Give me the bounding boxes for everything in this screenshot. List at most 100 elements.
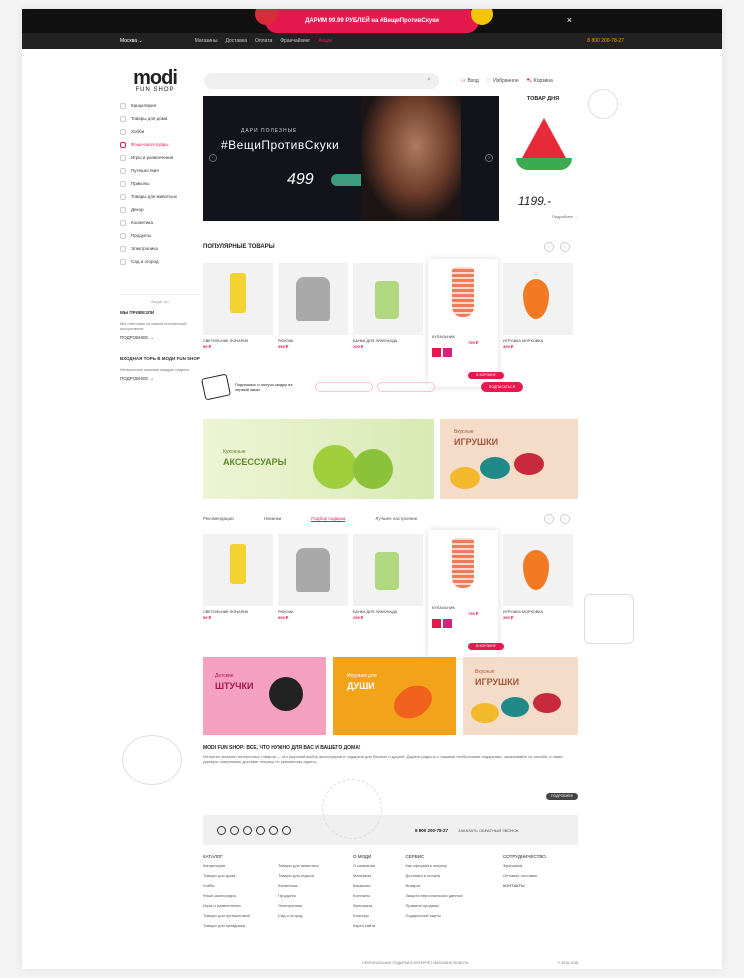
nav-payment[interactable]: Оплата [255, 38, 272, 44]
footer-link[interactable]: Вакансии [353, 883, 406, 888]
footer-link[interactable]: Товары для дома [203, 873, 278, 878]
cart-link[interactable]: ⛍ Корзина [527, 78, 553, 85]
footer-link[interactable]: Товары для праздника [203, 923, 278, 928]
sidebar-item-hobby[interactable]: Хобби [120, 125, 200, 138]
footer-link[interactable]: Товары для отдыха [278, 873, 353, 878]
footer-link[interactable]: Доставка и оплата [406, 873, 504, 878]
nav-franchise[interactable]: Франчайзинг [280, 38, 310, 44]
banner-soul[interactable]: Игрушки для ДУШИ [333, 657, 456, 735]
footer-link[interactable]: Электроника [278, 903, 353, 908]
footer-link[interactable]: Франшиза [353, 903, 406, 908]
top-phone[interactable]: 8 800 200-78-27 [587, 38, 624, 44]
instagram-icon[interactable] [243, 825, 252, 835]
footer-link[interactable]: Карта сайта [353, 923, 406, 928]
footer-link[interactable]: Защита персональных данных [406, 893, 504, 898]
chevron-left-icon[interactable]: ‹ [544, 514, 554, 524]
chevron-right-icon[interactable]: › [560, 514, 570, 524]
footer-link[interactable]: Как оформить покупку [406, 863, 504, 868]
sidebar-item-stationery[interactable]: Канцелярия [120, 99, 200, 112]
subscribe-button[interactable]: ПОДПИСАТЬСЯ [481, 382, 523, 392]
footer-link[interactable]: Контакты [353, 893, 406, 898]
footer-link[interactable]: Подарочные карты [406, 913, 504, 918]
sidebar-more-link[interactable]: ПОДРОБНЕЕ → [120, 335, 200, 340]
swatch-pink[interactable] [443, 348, 452, 357]
banner-kids[interactable]: Детские ШТУЧКИ [203, 657, 326, 735]
product-card[interactable]: СВЕТИЛЬНИК ФОНАРИК 99 ₽ [203, 263, 273, 371]
chevron-left-icon[interactable]: ‹ [544, 242, 554, 252]
search-icon[interactable]: ⌕ [427, 76, 431, 84]
seo-more-button[interactable]: ПОДРОБНЕЕ [546, 793, 578, 800]
nav-delivery[interactable]: Доставка [226, 38, 247, 44]
product-card[interactable]: РЮКЗАК 999 ₽ [278, 534, 348, 642]
hero-banner[interactable]: ДАРИ ПОЛЕЗНЫЕ #ВещиПротивСкуки 499 ‹ › [203, 96, 499, 221]
footer-link[interactable]: Франшиза [503, 863, 578, 868]
footer-link[interactable]: Блогеры [353, 913, 406, 918]
vk-icon[interactable] [217, 825, 226, 835]
contact-phone[interactable]: 8 800 200-78-27 [415, 828, 448, 833]
sidebar-item-games[interactable]: Игры и развлечения [120, 151, 200, 164]
product-card[interactable]: БАНКА ДЛЯ ЛИМОНАДА 299 ₽ [353, 263, 423, 371]
footer-link[interactable]: Фэшн-аксессуары [203, 893, 278, 898]
login-link[interactable]: ⚇ Вход [461, 78, 479, 85]
product-card[interactable]: СВЕТИЛЬНИК ФОНАРИК 99 ₽ [203, 534, 273, 642]
tab-recommendations[interactable]: Рекомендации [203, 516, 234, 522]
sidebar-item-electronics[interactable]: Электроника [120, 242, 200, 255]
promo-pill[interactable]: ДАРИМ 99.99 РУБЛЕЙ на #ВещиПротивСкуки [255, 9, 493, 33]
product-card[interactable]: БАНКА ДЛЯ ЛИМОНАДА 299 ₽ [353, 534, 423, 642]
footer-link[interactable]: Оптовые поставки [503, 873, 578, 878]
footer-link[interactable]: КОНТАКТЫ [503, 883, 578, 888]
footer-link[interactable]: Канцелярия [203, 863, 278, 868]
name-field[interactable] [315, 382, 373, 392]
footer-link[interactable]: Магазины [353, 873, 406, 878]
add-to-cart-button[interactable]: В КОРЗИНУ [468, 643, 504, 650]
swatch-red[interactable] [432, 348, 441, 357]
sidebar-item-home[interactable]: Товары для дома [120, 112, 200, 125]
product-card-featured[interactable]: КУПАЛЬНИК 799 ₽ В КОРЗИНУ [428, 530, 504, 658]
day-more-link[interactable]: Подробнее → [552, 214, 578, 219]
city-selector[interactable]: Москва ⌄ [120, 38, 143, 44]
tab-new[interactable]: Новинки [264, 516, 282, 522]
footer-link[interactable]: Товары для животных [278, 863, 353, 868]
tab-mood[interactable]: Лучшее настроение [375, 516, 417, 522]
nav-stores[interactable]: Магазины [195, 38, 218, 44]
nav-sales[interactable]: Акции [318, 38, 332, 44]
sidebar-more-link[interactable]: ПОДРОБНЕЕ → [120, 376, 200, 381]
chevron-right-icon[interactable]: › [560, 242, 570, 252]
close-icon[interactable]: × [567, 15, 572, 25]
footer-link[interactable]: Сад и огород [278, 913, 353, 918]
footer-link[interactable]: Косметика [278, 883, 353, 888]
sidebar-item-pranks[interactable]: Приколы [120, 177, 200, 190]
product-card[interactable]: ИГРУШКА МОРКОВКА 399 ₽ [503, 534, 573, 642]
odnoklassniki-icon[interactable] [269, 825, 278, 835]
swatch-red[interactable] [432, 619, 441, 628]
banner-kitchen[interactable]: Кухонные АКСЕССУАРЫ [203, 419, 434, 499]
callback-link[interactable]: ЗАКАЗАТЬ ОБРАТНЫЙ ЗВОНОК [458, 828, 519, 833]
product-card[interactable]: ИГРУШКА МОРКОВКА 399 ₽ [503, 263, 573, 371]
banner-macarons[interactable]: Вкусные ИГРУШКИ [440, 419, 578, 499]
footer-link[interactable]: Возврат [406, 883, 504, 888]
footer-link[interactable]: Игры и развлечения [203, 903, 278, 908]
banner-toys[interactable]: Вкусные ИГРУШКИ [463, 657, 578, 735]
favorites-link[interactable]: ♡ Избранное [487, 78, 519, 85]
footer-link[interactable]: О компании [353, 863, 406, 868]
footer-link[interactable]: Хобби [203, 883, 278, 888]
product-card[interactable]: РЮКЗАК 999 ₽ [278, 263, 348, 371]
promo-bar[interactable]: ДАРИМ 99.99 РУБЛЕЙ на #ВещиПротивСкуки × [22, 9, 722, 33]
sidebar-item-garden[interactable]: Сад и огород [120, 255, 200, 268]
logo[interactable]: modi FUN SHOP [120, 68, 190, 93]
sidebar-item-fashion[interactable]: Фэшн-аксессуары [120, 138, 200, 151]
chevron-right-icon[interactable]: › [485, 154, 493, 162]
sidebar-item-pets[interactable]: Товары для животных [120, 190, 200, 203]
youtube-icon[interactable] [230, 825, 239, 835]
footer-link[interactable]: Правила продажи [406, 903, 504, 908]
search-input[interactable]: ⌕ [204, 73, 439, 89]
email-field[interactable] [377, 382, 435, 392]
tab-gift[interactable]: Подбор подарка [311, 516, 346, 522]
telegram-icon[interactable] [282, 825, 291, 835]
sidebar-item-cosmetics[interactable]: Косметика [120, 216, 200, 229]
sidebar-item-travel[interactable]: Путешествия [120, 164, 200, 177]
footer-link[interactable]: Товары для путешествий [203, 913, 278, 918]
product-card-featured[interactable]: КУПАЛЬНИК 799 ₽ В КОРЗИНУ [428, 259, 504, 387]
chevron-left-icon[interactable]: ‹ [209, 154, 217, 162]
sidebar-item-food[interactable]: Продукты [120, 229, 200, 242]
